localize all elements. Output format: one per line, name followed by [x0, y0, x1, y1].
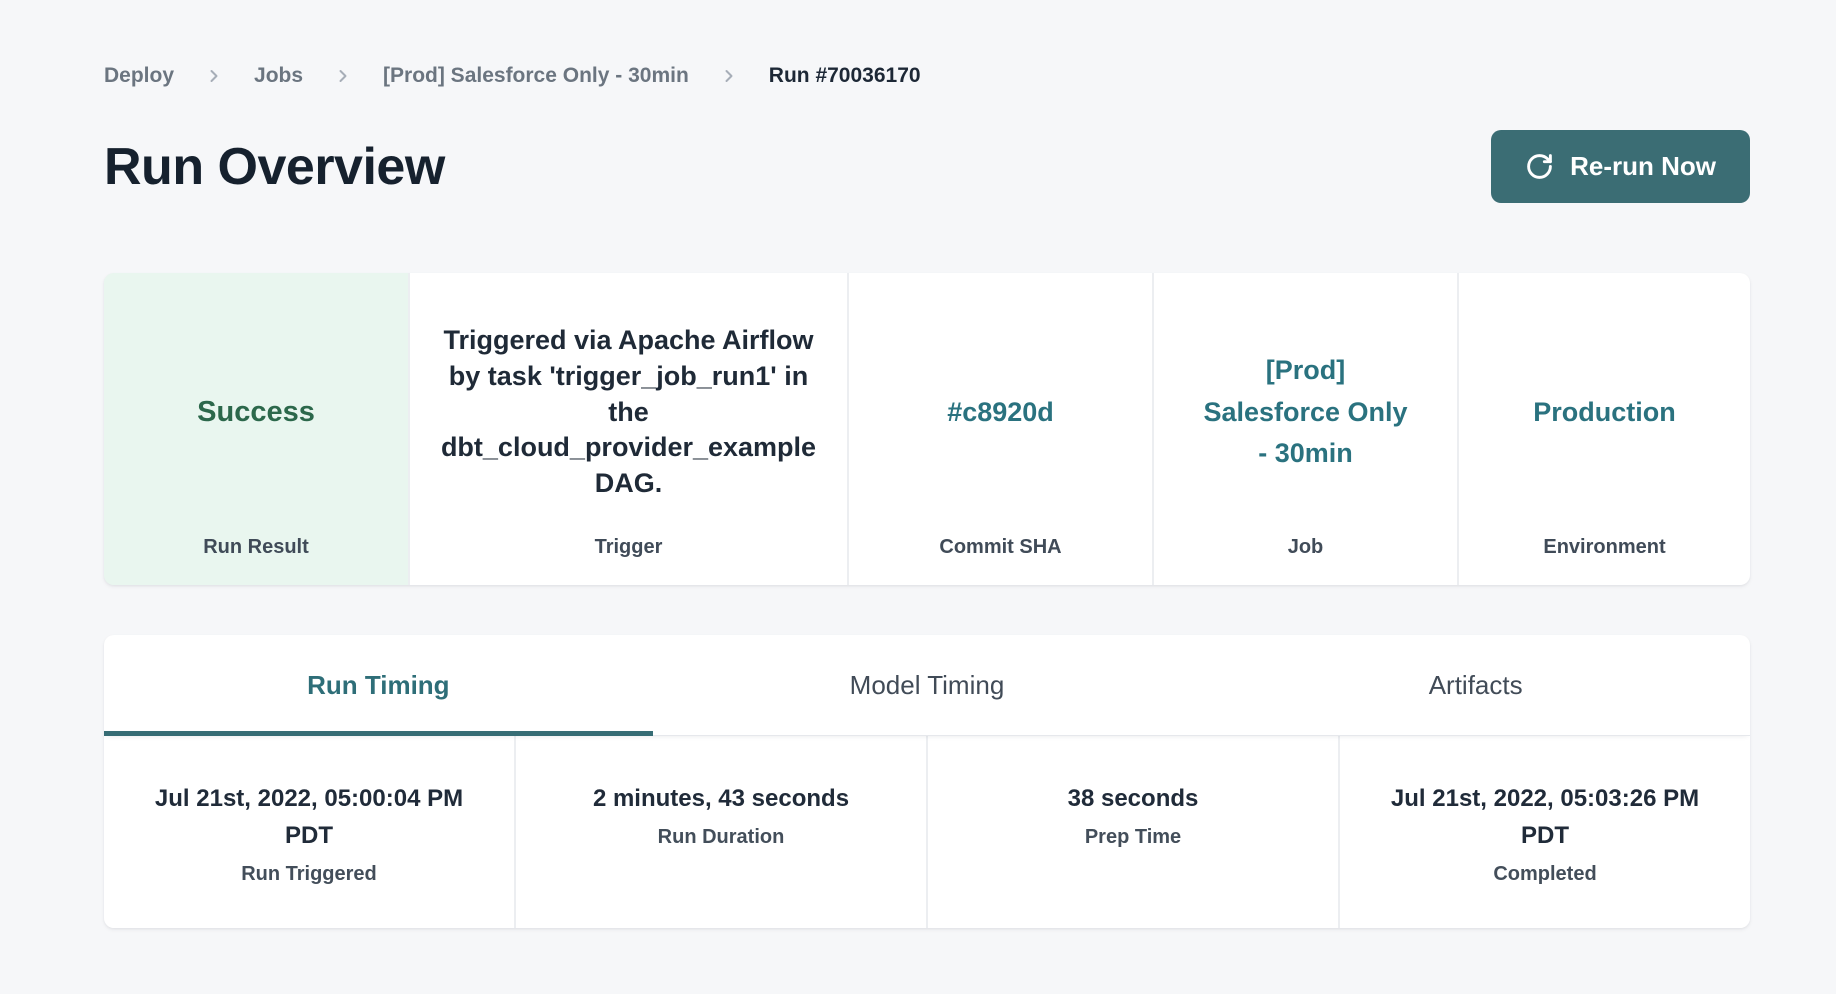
breadcrumb-item-jobs[interactable]: Jobs: [254, 64, 303, 88]
run-result-card: Success Run Result: [104, 273, 408, 585]
breadcrumb-item-job-name[interactable]: [Prod] Salesforce Only - 30min: [383, 64, 689, 88]
commit-sha-label: Commit SHA: [849, 536, 1152, 585]
completed-card: Jul 21st, 2022, 05:03:26 PM PDT Complete…: [1340, 736, 1750, 928]
run-triggered-card: Jul 21st, 2022, 05:00:04 PM PDT Run Trig…: [104, 736, 514, 928]
tab-bar: Run Timing Model Timing Artifacts: [104, 635, 1750, 736]
trigger-label: Trigger: [410, 536, 847, 585]
page-title: Run Overview: [104, 137, 445, 197]
environment-link[interactable]: Production: [1533, 395, 1676, 431]
run-duration-card: 2 minutes, 43 seconds Run Duration: [516, 736, 926, 928]
job-label: Job: [1154, 536, 1457, 585]
environment-label: Environment: [1459, 536, 1750, 585]
page-header: Run Overview Re-run Now: [104, 130, 1750, 203]
completed-value: Jul 21st, 2022, 05:03:26 PM PDT: [1365, 780, 1725, 854]
prep-time-label: Prep Time: [928, 826, 1338, 849]
completed-label: Completed: [1340, 863, 1750, 886]
commit-sha-card: #c8920d Commit SHA: [849, 273, 1152, 585]
rerun-now-button[interactable]: Re-run Now: [1491, 130, 1750, 203]
refresh-icon: [1525, 152, 1554, 181]
prep-time-card: 38 seconds Prep Time: [928, 736, 1338, 928]
run-timing-cards: Jul 21st, 2022, 05:00:04 PM PDT Run Trig…: [104, 736, 1750, 928]
run-details-panel: Run Timing Model Timing Artifacts Jul 21…: [104, 635, 1750, 928]
run-triggered-value: Jul 21st, 2022, 05:00:04 PM PDT: [129, 780, 489, 854]
run-summary-cards: Success Run Result Triggered via Apache …: [104, 273, 1750, 585]
prep-time-value: 38 seconds: [953, 780, 1313, 817]
job-card: [Prod] Salesforce Only - 30min Job: [1154, 273, 1457, 585]
commit-sha-link[interactable]: #c8920d: [947, 395, 1054, 431]
chevron-right-icon: [204, 66, 224, 86]
job-link[interactable]: [Prod] Salesforce Only - 30min: [1198, 350, 1413, 476]
breadcrumb: Deploy Jobs [Prod] Salesforce Only - 30m…: [104, 0, 1750, 88]
run-duration-value: 2 minutes, 43 seconds: [541, 780, 901, 817]
main-content: Deploy Jobs [Prod] Salesforce Only - 30m…: [104, 0, 1750, 928]
run-duration-label: Run Duration: [516, 826, 926, 849]
tab-model-timing[interactable]: Model Timing: [653, 635, 1202, 735]
breadcrumb-item-deploy[interactable]: Deploy: [104, 64, 174, 88]
run-result-label: Run Result: [104, 536, 408, 585]
tab-artifacts[interactable]: Artifacts: [1201, 635, 1750, 735]
breadcrumb-item-run-number: Run #70036170: [769, 64, 921, 88]
trigger-card: Triggered via Apache Airflow by task 'tr…: [410, 273, 847, 585]
environment-card: Production Environment: [1459, 273, 1750, 585]
chevron-right-icon: [333, 66, 353, 86]
rerun-now-button-label: Re-run Now: [1570, 151, 1716, 182]
run-result-value: Success: [197, 393, 315, 431]
trigger-value: Triggered via Apache Airflow by task 'tr…: [429, 323, 829, 501]
chevron-right-icon: [719, 66, 739, 86]
tab-run-timing[interactable]: Run Timing: [104, 635, 653, 735]
run-triggered-label: Run Triggered: [104, 863, 514, 886]
